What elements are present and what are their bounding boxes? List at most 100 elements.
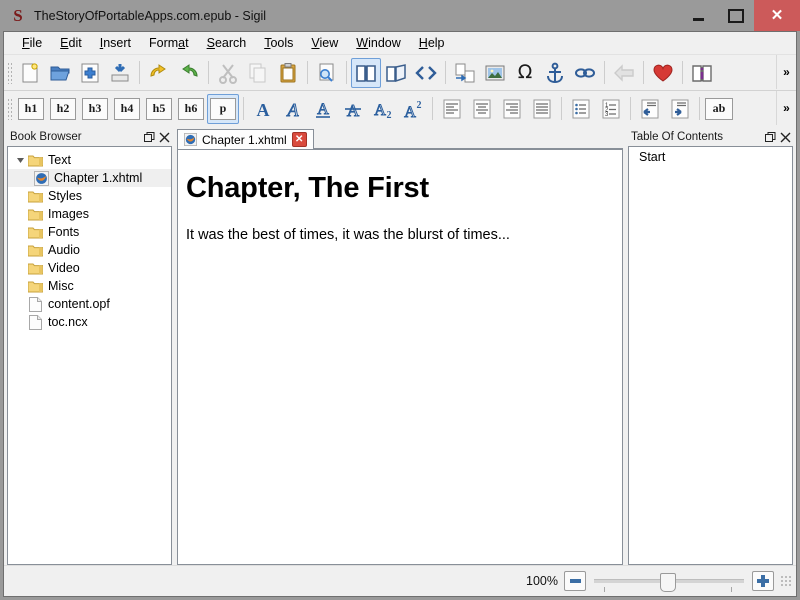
tree-item-audio[interactable]: Audio [8, 241, 171, 259]
book-browser-panel: Book Browser [7, 128, 172, 565]
toolbar-grip[interactable] [6, 61, 13, 84]
italic-button[interactable]: A [278, 94, 308, 124]
expand-triangle-icon[interactable] [14, 156, 26, 165]
menu-tools[interactable]: Tools [255, 34, 302, 52]
strikethrough-button[interactable]: A [338, 94, 368, 124]
align-right-button[interactable] [497, 94, 527, 124]
donate-button[interactable] [648, 58, 678, 88]
book-view-button[interactable] [351, 58, 381, 88]
paragraph-button[interactable]: p [207, 94, 239, 124]
svg-text:A: A [347, 101, 360, 119]
indent-button[interactable] [665, 94, 695, 124]
tab-close-button[interactable]: ✕ [292, 132, 307, 147]
tree-item-video[interactable]: Video [8, 259, 171, 277]
insert-image-button[interactable] [480, 58, 510, 88]
editor-panel: Chapter 1.xhtml ✕ Chapter, The First It … [177, 128, 623, 565]
menu-search[interactable]: Search [198, 34, 256, 52]
menu-view[interactable]: View [302, 34, 347, 52]
title-bar: S TheStoryOfPortableApps.com.epub - Sigi… [0, 0, 800, 31]
minimize-button[interactable] [680, 0, 717, 31]
document-icon [26, 315, 44, 330]
toolbar-separator [139, 61, 140, 84]
split-view-button[interactable] [381, 58, 411, 88]
undo-button[interactable] [144, 58, 174, 88]
bullet-list-button[interactable] [566, 94, 596, 124]
maximize-button[interactable] [717, 0, 754, 31]
menu-file[interactable]: File [13, 34, 51, 52]
tree-item-chapter-1[interactable]: Chapter 1.xhtml [8, 169, 171, 187]
toolbar-separator [445, 61, 446, 84]
heading-h2-button[interactable]: h2 [47, 94, 79, 124]
print-preview-button[interactable] [312, 58, 342, 88]
toc-title: Table Of Contents [631, 131, 763, 143]
spellcheck-label: ab [705, 98, 733, 120]
window-controls: ✕ [680, 0, 800, 31]
float-panel-icon[interactable] [763, 130, 778, 145]
toolbar-overflow-button[interactable]: » [776, 55, 796, 89]
zoom-in-button[interactable] [752, 571, 774, 591]
tree-item-text[interactable]: Text [8, 151, 171, 169]
superscript-button[interactable]: A 2 [398, 94, 428, 124]
heading-h6-button[interactable]: h6 [175, 94, 207, 124]
zoom-slider-handle[interactable] [660, 573, 676, 592]
toc-item-start[interactable]: Start [629, 147, 792, 164]
tab-chapter-1[interactable]: Chapter 1.xhtml ✕ [177, 129, 314, 149]
zoom-level-label: 100% [526, 574, 558, 588]
save-button[interactable] [105, 58, 135, 88]
tree-item-images[interactable]: Images [8, 205, 171, 223]
underline-button[interactable]: A [308, 94, 338, 124]
zoom-out-button[interactable] [564, 571, 586, 591]
insert-anchor-button[interactable] [540, 58, 570, 88]
menu-insert[interactable]: Insert [91, 34, 140, 52]
menu-edit[interactable]: Edit [51, 34, 91, 52]
bold-button[interactable]: A [248, 94, 278, 124]
subscript-button[interactable]: A 2 [368, 94, 398, 124]
redo-button[interactable] [174, 58, 204, 88]
outdent-button[interactable] [635, 94, 665, 124]
heading-h5-button[interactable]: h5 [143, 94, 175, 124]
align-left-button[interactable] [437, 94, 467, 124]
add-file-button[interactable] [75, 58, 105, 88]
menu-help[interactable]: Help [410, 34, 454, 52]
menu-format[interactable]: Format [140, 34, 198, 52]
resize-grip[interactable] [780, 575, 792, 587]
format-toolbar-overflow-button[interactable]: » [776, 91, 796, 125]
align-justify-button[interactable] [527, 94, 557, 124]
editor-body[interactable]: Chapter, The First It was the best of ti… [177, 149, 623, 565]
close-panel-icon[interactable] [778, 130, 793, 145]
zoom-slider[interactable] [594, 571, 744, 591]
tree-item-content-opf[interactable]: content.opf [8, 295, 171, 313]
svg-text:A: A [404, 104, 416, 119]
svg-text:2: 2 [387, 110, 392, 119]
heading-h4-button[interactable]: h4 [111, 94, 143, 124]
minimize-icon [693, 18, 704, 21]
split-at-cursor-button[interactable] [450, 58, 480, 88]
open-file-button[interactable] [45, 58, 75, 88]
float-panel-icon[interactable] [142, 130, 157, 145]
heading-h3-button[interactable]: h3 [79, 94, 111, 124]
heading-h1-button[interactable]: h1 [15, 94, 47, 124]
code-view-button[interactable] [411, 58, 441, 88]
book-browser-tree: Text Chapter 1.xhtml [8, 147, 171, 331]
tree-item-toc-ncx[interactable]: toc.ncx [8, 313, 171, 331]
toolbar-grip[interactable] [6, 97, 13, 120]
close-button[interactable]: ✕ [754, 0, 800, 31]
align-center-button[interactable] [467, 94, 497, 124]
new-file-button[interactable] [15, 58, 45, 88]
tree-item-misc[interactable]: Misc [8, 277, 171, 295]
tree-item-fonts[interactable]: Fonts [8, 223, 171, 241]
metadata-editor-button[interactable] [687, 58, 717, 88]
spellcheck-button[interactable]: ab [704, 94, 734, 124]
tree-item-styles[interactable]: Styles [8, 187, 171, 205]
close-panel-icon[interactable] [157, 130, 172, 145]
insert-special-character-button[interactable]: Ω [510, 58, 540, 88]
menu-window[interactable]: Window [347, 34, 409, 52]
numbered-list-button[interactable]: 1 2 3 [596, 94, 626, 124]
svg-text:A: A [374, 102, 386, 119]
editor-content[interactable]: Chapter, The First It was the best of ti… [178, 150, 622, 243]
paste-button[interactable] [273, 58, 303, 88]
tree-label: Text [48, 151, 71, 169]
sigil-main-window: S TheStoryOfPortableApps.com.epub - Sigi… [0, 0, 800, 600]
insert-link-button[interactable] [570, 58, 600, 88]
heading-h4-label: h4 [114, 98, 140, 120]
